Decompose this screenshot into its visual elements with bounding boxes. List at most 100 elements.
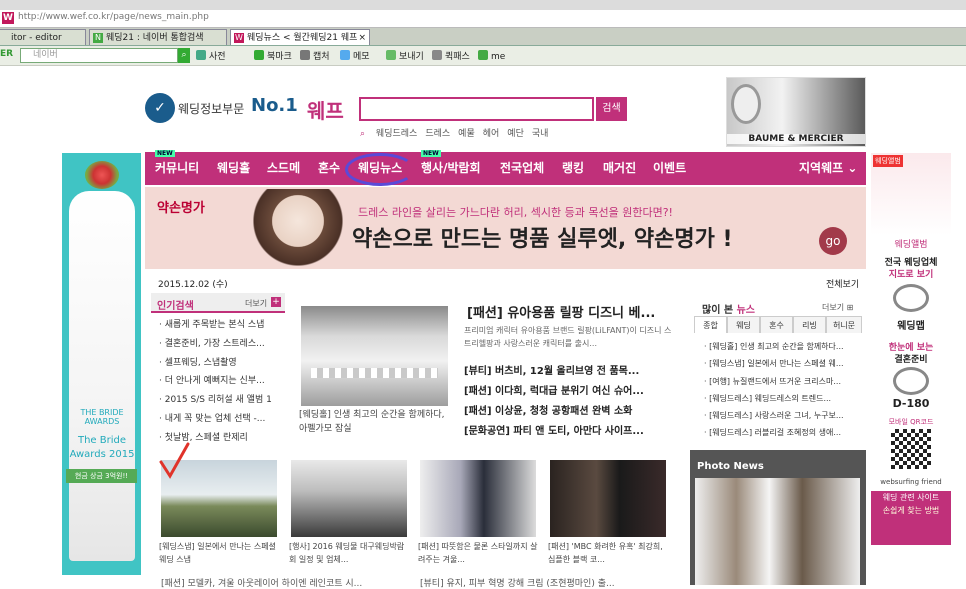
keyword-link[interactable]: 예단: [507, 129, 524, 139]
wedding-map-link[interactable]: 웨딩맵: [871, 317, 951, 332]
browser-tab-naver[interactable]: N 웨딩21 : 네이버 통합검색: [89, 29, 227, 45]
window-titlebar: [0, 0, 966, 10]
news-tabs: 종합 웨딩 혼수 리빙 허니문: [694, 316, 862, 333]
most-viewed-title-b: 뉴스: [736, 305, 755, 316]
toolbar-search-input[interactable]: 네이버: [20, 48, 178, 63]
headline-item[interactable]: [문화공연] 파티 앤 도티, 아만다 사이프...: [464, 422, 672, 442]
list-item[interactable]: · 2015 S/S 리허설 새 앨범 1: [153, 392, 285, 411]
toolbar-bookmark[interactable]: 북마크: [254, 50, 292, 63]
main-article-caption[interactable]: [웨딩홀] 인생 최고의 순간을 함께하다, 아펠가모 잠실: [299, 408, 454, 436]
most-viewed-list: · [웨딩홀] 인생 최고의 순간을 함께하다... · [웨딩스냅] 일본에서…: [704, 341, 859, 445]
headline-item[interactable]: [패션] 이상윤, 청청 공항패션 완벽 소화: [464, 402, 672, 422]
promo-banner[interactable]: 약손명가 드레스 라인을 살리는 가느다란 허리, 섹시한 등과 목선을 원한다…: [145, 187, 866, 269]
banner-go-button[interactable]: go: [819, 227, 847, 255]
list-item[interactable]: · 새롭게 주목받는 본식 스냅: [153, 317, 285, 336]
thumb-caption[interactable]: [패션] 따뜻함은 물론 스타일까지 살려주는 겨울...: [418, 540, 538, 566]
nav-item-community[interactable]: NEW 커뮤니티: [155, 150, 199, 185]
thumb-caption[interactable]: [패션] 'MBC 화려한 유혹' 최강희, 심플한 블랙 코...: [548, 540, 668, 566]
nav-label: 혼수: [318, 161, 341, 175]
nav-item-vendors[interactable]: 전국업체: [500, 152, 544, 185]
thumb-photo[interactable]: [291, 460, 407, 537]
keyword-link[interactable]: 예물: [458, 129, 475, 139]
bottom-article-right[interactable]: [뷰티] 유지, 피부 혁명 강해 크림 (조현평마인) 출...: [420, 576, 615, 589]
thumb-caption[interactable]: [행사] 2016 웨딩물 대구웨딩박람회 일정 및 업체...: [289, 540, 409, 566]
address-url[interactable]: http://www.wef.co.kr/page/news_main.php: [18, 12, 209, 22]
site-search-button[interactable]: 검색: [596, 97, 627, 121]
keyword-link[interactable]: 국내: [532, 129, 549, 139]
brand-ad-name: BAUME & MERCIER: [727, 134, 865, 144]
toolbar-quickpass[interactable]: 퀵패스: [432, 50, 470, 63]
headline-item[interactable]: [패션] 이다희, 럭대급 분위기 여신 슈어...: [464, 382, 672, 402]
toolbar-capture[interactable]: 캡처: [300, 50, 330, 63]
site-logo[interactable]: ✓ 웨딩정보부문 No.1: [145, 93, 298, 123]
current-date: 2015.12.02 (수): [158, 280, 228, 290]
brand-ad-banner[interactable]: BAUME & MERCIER: [726, 77, 866, 147]
headline-item[interactable]: [뷰티] 버츠비, 12월 올리브영 전 품목...: [464, 362, 672, 382]
thumb-photo[interactable]: [420, 460, 536, 537]
keyword-link[interactable]: 헤어: [483, 129, 500, 139]
list-item[interactable]: · [웨딩드레스] 사랑스러운 그녀, 누구보...: [704, 410, 859, 427]
main-article-photo[interactable]: [301, 306, 448, 406]
list-item[interactable]: · [웨딩홀] 인생 최고의 순간을 함께하다...: [704, 341, 859, 358]
photo-news-image[interactable]: [695, 478, 860, 585]
nav-item-honsu[interactable]: 혼수: [318, 152, 340, 185]
flower-bouquet-icon: [85, 161, 119, 189]
popular-item-label: 내게 꼭 맞는 업체 선택 -...: [164, 413, 266, 424]
tab-wedding[interactable]: 웨딩: [727, 316, 760, 333]
toolbar-label: 북마크: [267, 52, 292, 62]
address-bar[interactable]: W http://www.wef.co.kr/page/news_main.ph…: [0, 10, 966, 28]
nav-item-events-fair[interactable]: NEW 행사/박람회: [421, 150, 481, 185]
main-article-headline[interactable]: [패션] 유아용품 릴팡 디즈니 베...: [467, 302, 672, 321]
list-item[interactable]: · [웨딩드레스] 러블리걸 조혜정의 생애...: [704, 427, 859, 444]
wf-text-2[interactable]: 손쉽게 찾는 방법: [871, 505, 951, 517]
list-item[interactable]: · [여행] 뉴질랜드에서 뜨거운 크리스마...: [704, 376, 859, 393]
toolbar-search-button[interactable]: ⌕: [178, 48, 190, 63]
list-item[interactable]: · 셀프웨딩, 스냅촬영: [153, 355, 285, 374]
toolbar-memo[interactable]: 메모: [340, 50, 370, 63]
toolbar-dictionary[interactable]: 사전: [196, 50, 226, 63]
tab-living[interactable]: 리빙: [793, 316, 826, 333]
nav-item-magazine[interactable]: 매거진: [603, 152, 636, 185]
tab-general[interactable]: 종합: [694, 316, 727, 333]
most-viewed-more[interactable]: 더보기 ⊞: [822, 302, 853, 313]
bottom-article-left[interactable]: [패션] 모델카, 겨울 아웃레이어 하이엔 레인코트 시...: [161, 576, 362, 589]
keyword-link[interactable]: 웨딩드레스: [376, 129, 417, 139]
browser-tab-active[interactable]: W 웨딩뉴스 < 월간웨딩21 웨프 ×: [230, 29, 370, 45]
nav-item-sdm[interactable]: 스드메: [267, 152, 300, 185]
list-item[interactable]: · [웨딩스냅] 일본에서 만나는 스페셜 웨...: [704, 358, 859, 375]
nav-item-ranking[interactable]: 랭킹: [562, 152, 584, 185]
wf-text-1[interactable]: 웨딩 관련 사이트: [871, 491, 951, 505]
tab-honeymoon[interactable]: 허니문: [826, 316, 862, 333]
list-item[interactable]: · 더 안나게 예뻐지는 신부...: [153, 373, 285, 392]
list-item[interactable]: · [웨딩드레스] 웨딩드레스의 트렌드...: [704, 393, 859, 410]
main-article-desc[interactable]: 프리미엄 캐릭터 유아용품 브랜드 릴팡(LiLFANT)이 디즈니 스트리헬팡…: [464, 324, 672, 350]
nav-item-region[interactable]: 지역웨프 ⌄: [799, 152, 857, 185]
toolbar-me[interactable]: me: [478, 50, 505, 63]
toolbar-label: me: [491, 52, 506, 62]
nav-item-weddinghall[interactable]: 웨딩홀: [217, 152, 250, 185]
browser-tab-editor[interactable]: itor - editor: [0, 29, 86, 45]
wepp-logo[interactable]: 웨프: [307, 95, 344, 124]
photo-news-box[interactable]: Photo News: [690, 450, 866, 585]
wf-banner[interactable]: [871, 517, 951, 545]
album-label[interactable]: 웨딩앨범: [871, 237, 951, 250]
popular-title: 인기검색: [157, 301, 194, 312]
thumb-caption[interactable]: [웨딩스냅] 일본에서 만나는 스페셜 웨딩 스냅: [159, 540, 279, 566]
thumb-photo[interactable]: [550, 460, 666, 537]
left-side-ad[interactable]: THE BRIDE AWARDS The Bride Awards 2015 현…: [62, 153, 141, 575]
toolbar-send[interactable]: 보내기: [386, 50, 424, 63]
keyword-link[interactable]: 드레스: [425, 129, 450, 139]
banner-headline: 약손으로 만드는 명품 실루엣, 약손명가 !: [352, 227, 733, 252]
list-item[interactable]: · 내게 꼭 맞는 업체 선택 -...: [153, 411, 285, 430]
tab-honsu[interactable]: 혼수: [760, 316, 793, 333]
qr-code-icon[interactable]: [891, 429, 931, 469]
site-search-input[interactable]: [359, 97, 594, 121]
wedding-album-ad[interactable]: 웨딩앨범: [871, 153, 951, 235]
popular-more-link[interactable]: 더보기: [245, 298, 267, 309]
list-item[interactable]: · 결혼준비, 가장 스트레스...: [153, 336, 285, 355]
all-view-link[interactable]: 전체보기: [826, 277, 859, 290]
dday-link[interactable]: D-180: [871, 397, 951, 410]
close-tab-icon[interactable]: ×: [358, 30, 366, 46]
plus-icon[interactable]: +: [271, 297, 281, 307]
nav-item-event[interactable]: 이벤트: [653, 152, 686, 185]
